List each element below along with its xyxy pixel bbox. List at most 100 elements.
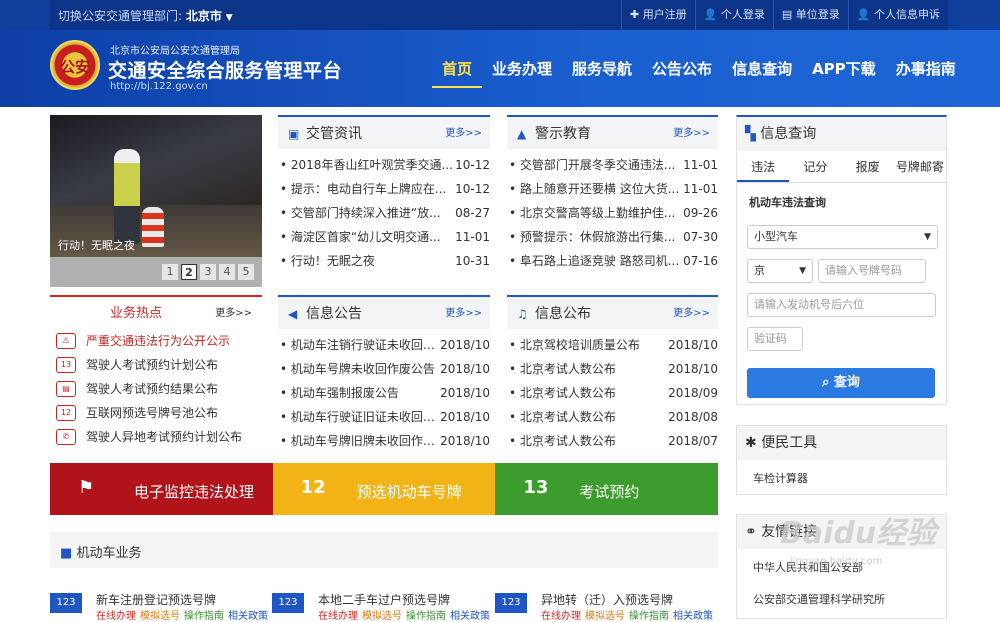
query-tabs: 违法 记分 报废 号牌邮寄 xyxy=(737,151,946,183)
list-item[interactable]: • 北京考试人数公布 2018/07 xyxy=(507,429,718,453)
warning-list: • 交管部门开展冬季交通违法... 11-01 • 路上随意开还要横 这位大货..… xyxy=(507,149,718,273)
province-select[interactable]: 京 ▼ xyxy=(747,259,813,283)
list-item[interactable]: • 机动车号牌未收回作废公告 2018/10 xyxy=(278,357,490,381)
notice-list: • 机动车注销行驶证未收回作... 2018/10 • 机动车号牌未收回作废公告 2… xyxy=(278,329,490,453)
list-item[interactable]: ▤ 驾驶人考试预约结果公布 xyxy=(50,377,262,401)
slider-page-5[interactable]: 5 xyxy=(238,264,254,280)
violation-icon: ⚠ xyxy=(56,333,76,349)
newspaper-icon: ▣ xyxy=(288,127,300,141)
list-item[interactable]: • 机动车注销行驶证未收回作... 2018/10 xyxy=(278,333,490,357)
hot-business-panel: 业务热点 更多>> ⚠ 严重交通违法行为公开公示 13 驾驶人考试预约计划公布 ▤ 驾… xyxy=(50,295,262,451)
tab-plate-mail[interactable]: 号牌邮寄 xyxy=(894,151,946,182)
tab-violation[interactable]: 违法 xyxy=(737,151,790,182)
link-icon: ⚭ xyxy=(745,524,757,540)
list-item[interactable]: ✆ 驾驶人异地考试预约计划公布 xyxy=(50,425,262,449)
publish-more-link[interactable]: 更多>> xyxy=(673,297,710,331)
list-item[interactable]: • 北京交警高等级上勤维护佳... 09-26 xyxy=(507,201,718,225)
electronic-violation-button[interactable]: ⚑ 电子监控违法处理 xyxy=(50,463,273,515)
nav-query[interactable]: 信息查询 xyxy=(722,58,802,88)
personal-login-link[interactable]: 👤 个人登录 xyxy=(694,0,773,30)
region-switcher[interactable]: 切换公安交通管理部门: 北京市 ▼ xyxy=(58,7,233,24)
engine-number-input[interactable]: 请输入发动机号后六位 xyxy=(747,293,936,317)
binoculars-icon: ▚ xyxy=(745,126,756,142)
nav-business[interactable]: 业务办理 xyxy=(482,58,562,88)
nav-home[interactable]: 首页 xyxy=(432,58,483,88)
publish-panel: ♫ 信息公布 更多>> • 北京驾校培训质量公布 2018/10 • 北京考试人数公… xyxy=(507,295,718,455)
appeal-link[interactable]: 👤 个人信息申诉 xyxy=(847,0,948,30)
result-icon: ▤ xyxy=(56,381,76,397)
publish-list: • 北京驾校培训质量公布 2018/10 • 北京考试人数公布 2018/10 • … xyxy=(507,329,718,453)
list-item[interactable]: 13 驾驶人考试预约计划公布 xyxy=(50,353,262,377)
notice-panel-title: ◀ 信息公告 更多>> xyxy=(278,295,490,329)
biz-second-hand[interactable]: 123 本地二手车过户预选号牌 在线办理 模拟选号 操作指南 相关政策 xyxy=(272,589,492,622)
site-header: 公安 北京市公安局公安交通管理局 交通安全综合服务管理平台 http://bj.… xyxy=(0,30,1000,107)
plate-icon: 123 xyxy=(50,593,82,613)
hot-more-link[interactable]: 更多>> xyxy=(215,297,252,331)
tab-scrap[interactable]: 报废 xyxy=(842,151,894,182)
list-item[interactable]: • 北京考试人数公布 2018/09 xyxy=(507,381,718,405)
slider-page-4[interactable]: 4 xyxy=(219,264,235,280)
plate-icon: 123 xyxy=(495,593,527,613)
list-item[interactable]: • 预警提示：休假旅游出行集... 07-30 xyxy=(507,225,718,249)
warning-icon: ▲ xyxy=(517,127,527,141)
slider-page-2[interactable]: 2 xyxy=(181,264,197,280)
query-button[interactable]: ⌕ 查询 xyxy=(747,368,935,398)
inspection-calculator-link[interactable]: 车检计算器 xyxy=(753,470,808,486)
list-item[interactable]: • 提示：电动自行车上牌应在... 10-12 xyxy=(278,177,490,201)
nav-announcements[interactable]: 公告公布 xyxy=(642,58,722,88)
slider-page-1[interactable]: 1 xyxy=(162,264,178,280)
list-item[interactable]: • 交管部门开展冬季交通违法... 11-01 xyxy=(507,153,718,177)
warning-more-link[interactable]: 更多>> xyxy=(673,117,710,151)
news-slider[interactable]: 行动！无眠之夜 1 2 3 4 5 xyxy=(50,115,262,287)
list-item[interactable]: • 机动车行驶证旧证未收回作... 2018/10 xyxy=(278,405,490,429)
notice-more-link[interactable]: 更多>> xyxy=(445,297,482,331)
notice-panel: ◀ 信息公告 更多>> • 机动车注销行驶证未收回作... 2018/10 • 机动… xyxy=(278,295,490,455)
biz-transfer-in[interactable]: 123 异地转（迁）入预选号牌 在线办理 模拟选号 操作指南 相关政策 xyxy=(495,589,715,622)
list-item[interactable]: • 北京驾校培训质量公布 2018/10 xyxy=(507,333,718,357)
list-item[interactable]: 12 互联网预选号牌号池公布 xyxy=(50,401,262,425)
truck-icon: ■ xyxy=(60,546,73,561)
friendly-links-panel: ⚭ 友情链接 中华人民共和国公安部 公安部交通管理科学研究所 xyxy=(736,514,947,619)
list-item[interactable]: • 北京考试人数公布 2018/08 xyxy=(507,405,718,429)
chevron-down-icon: ▼ xyxy=(924,232,931,242)
biz-new-car[interactable]: 123 新车注册登记预选号牌 在线办理 模拟选号 操作指南 相关政策 xyxy=(50,589,270,622)
list-item[interactable]: • 海淀区首家“幼儿文明交通... 11-01 xyxy=(278,225,490,249)
list-item[interactable]: • 北京考试人数公布 2018/10 xyxy=(507,357,718,381)
news-more-link[interactable]: 更多>> xyxy=(445,117,482,151)
link-mps[interactable]: 中华人民共和国公安部 xyxy=(753,559,863,575)
list-item[interactable]: • 机动车强制报废公告 2018/10 xyxy=(278,381,490,405)
exam-booking-button[interactable]: 13 考试预约 xyxy=(495,463,719,515)
preselect-plate-button[interactable]: 12 预选机动车号牌 xyxy=(272,463,496,515)
tools-panel-title: ✱ 便民工具 xyxy=(737,426,946,460)
nav-service[interactable]: 服务导航 xyxy=(562,58,642,88)
nav-app-download[interactable]: APP下载 xyxy=(802,58,886,88)
nav-guide[interactable]: 办事指南 xyxy=(886,58,966,88)
register-link[interactable]: ✚ 用户注册 xyxy=(620,0,695,30)
org-name: 北京市公安局公安交通管理局 xyxy=(110,46,240,57)
company-login-link[interactable]: ▤ 单位登录 xyxy=(772,0,848,30)
police-emblem-logo: 公安 xyxy=(50,40,100,90)
list-item[interactable]: • 阜石路上追逐竞驶 路怒司机... 07-16 xyxy=(507,249,718,273)
list-item[interactable]: • 行动！无眠之夜 10-31 xyxy=(278,249,490,273)
slider-page-3[interactable]: 3 xyxy=(200,264,216,280)
tab-points[interactable]: 记分 xyxy=(789,151,841,182)
news-panel-title: ▣ 交管资讯 更多>> xyxy=(278,115,490,149)
region-label: 切换公安交通管理部门: xyxy=(58,9,183,23)
list-item[interactable]: • 机动车号牌旧牌未收回作废... 2018/10 xyxy=(278,429,490,453)
list-item[interactable]: ⚠ 严重交通违法行为公开公示 xyxy=(50,329,262,353)
link-research-institute[interactable]: 公安部交通管理科学研究所 xyxy=(753,591,885,607)
list-item[interactable]: • 2018年香山红叶观赏季交通... 10-12 xyxy=(278,153,490,177)
caret-down-icon: ▼ xyxy=(225,13,233,23)
list-item[interactable]: • 交管部门持续深入推进“放... 08-27 xyxy=(278,201,490,225)
megaphone-icon: ◀ xyxy=(288,307,298,321)
warning-panel-title: ▲ 警示教育 更多>> xyxy=(507,115,718,149)
list-item[interactable]: • 路上随意开还要横 这位大货... 11-01 xyxy=(507,177,718,201)
vehicle-type-select[interactable]: 小型汽车 ▼ xyxy=(747,225,938,249)
captcha-input[interactable]: 验证码 xyxy=(747,327,803,351)
info-query-panel: ▚ 信息查询 违法 记分 报废 号牌邮寄 机动车违法查询 小型汽车 ▼ 京 ▼ 请输… xyxy=(736,115,947,405)
publish-panel-title: ♫ 信息公布 更多>> xyxy=(507,295,718,329)
hot-panel-title: 业务热点 更多>> xyxy=(50,295,262,329)
news-list: • 2018年香山红叶观赏季交通... 10-12 • 提示：电动自行车上牌应在.… xyxy=(278,149,490,273)
plate-number-input[interactable]: 请输入号牌号码 xyxy=(818,259,926,283)
slider-photo-cone xyxy=(142,207,164,247)
